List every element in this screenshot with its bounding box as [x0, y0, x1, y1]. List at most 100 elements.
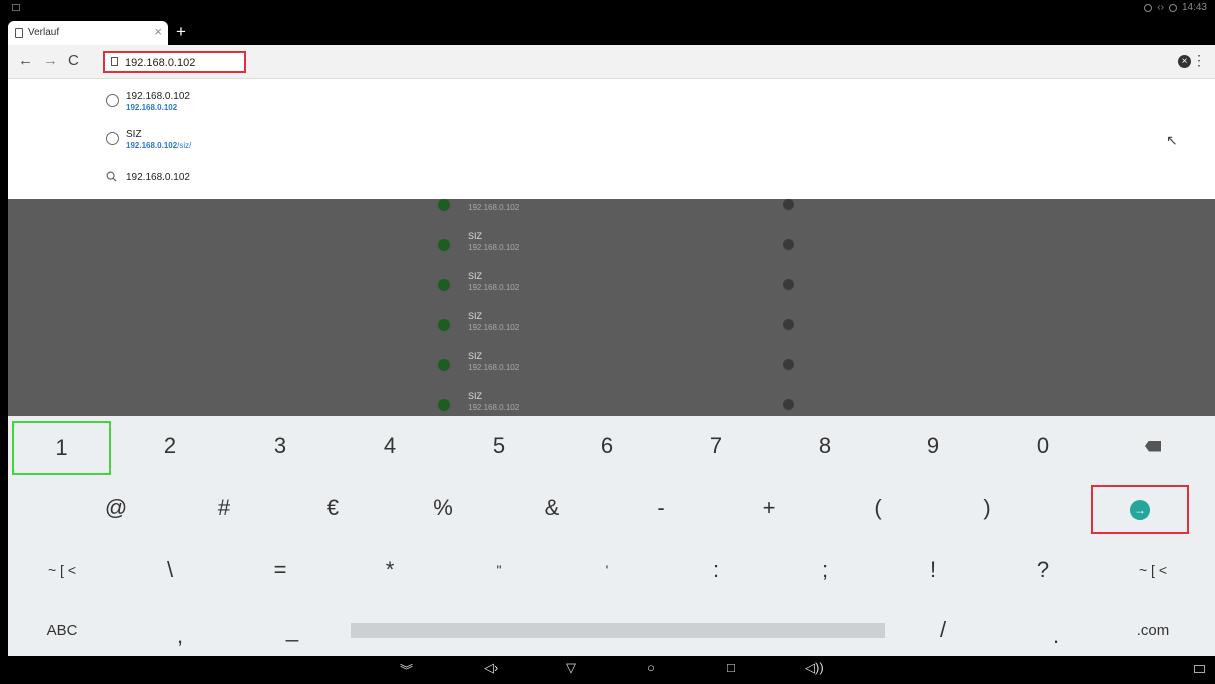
back-button[interactable]: ←	[18, 52, 33, 69]
key-4[interactable]: 4	[340, 416, 440, 476]
new-tab-button[interactable]: +	[176, 22, 186, 42]
remove-icon[interactable]	[783, 399, 794, 410]
key-close-paren[interactable]: )	[937, 478, 1037, 538]
key-asterisk[interactable]: *	[340, 540, 440, 600]
history-row[interactable]: SIZ 192.168.0.102	[438, 269, 798, 305]
key-more-symbols-left[interactable]: ~ [ <	[12, 540, 112, 600]
history-name: SIZ	[468, 351, 483, 361]
sync-icon: ‹›	[1157, 2, 1164, 13]
key-single-quote[interactable]: '	[557, 540, 657, 600]
history-row[interactable]: SIZ 192.168.0.102	[438, 229, 798, 265]
remove-icon[interactable]	[783, 239, 794, 250]
history-name: SIZ	[468, 311, 483, 321]
key-5[interactable]: 5	[449, 416, 549, 476]
insert-suggestion-arrow-icon[interactable]: ↖	[1166, 132, 1178, 149]
go-key[interactable]: →	[1091, 485, 1189, 534]
url-input[interactable]	[125, 55, 240, 70]
page-icon	[15, 28, 23, 38]
key-0[interactable]: 0	[993, 416, 1093, 476]
keyboard-icon[interactable]	[1194, 665, 1205, 673]
key-more-symbols-right[interactable]: ~ [ <	[1103, 540, 1203, 600]
key-7[interactable]: 7	[666, 416, 766, 476]
key-euro[interactable]: €	[283, 478, 383, 538]
history-url: 192.168.0.102	[468, 203, 520, 212]
browser-toolbar: ← → C × ⋮	[8, 45, 1215, 79]
abc-key[interactable]: ABC	[12, 600, 112, 660]
go-arrow-icon: →	[1130, 499, 1150, 520]
key-backslash[interactable]: \	[120, 540, 220, 600]
key-at[interactable]: @	[66, 478, 166, 538]
status-bar: ‹› 14:43	[8, 0, 1215, 18]
site-icon	[438, 399, 450, 411]
backspace-key[interactable]	[1103, 416, 1203, 476]
back-nav-icon[interactable]: ▽	[566, 660, 576, 676]
history-row[interactable]: SIZ 192.168.0.102	[438, 309, 798, 345]
key-percent[interactable]: %	[393, 478, 493, 538]
tab-history[interactable]: Verlauf ×	[8, 21, 168, 45]
volume-down-icon[interactable]: ◁›	[484, 660, 498, 676]
key-ampersand[interactable]: &	[502, 478, 602, 538]
suggestion-item[interactable]: 192.168.0.102	[106, 166, 506, 202]
key-colon[interactable]: :	[666, 540, 766, 600]
space-bar[interactable]	[351, 623, 885, 638]
history-url: 192.168.0.102	[468, 283, 520, 292]
key-equals[interactable]: =	[230, 540, 330, 600]
remove-icon[interactable]	[783, 359, 794, 370]
key-3[interactable]: 3	[230, 416, 330, 476]
key-slash[interactable]: /	[893, 600, 993, 660]
key-open-paren[interactable]: (	[828, 478, 928, 538]
key-double-quote[interactable]: "	[449, 540, 549, 600]
history-name: SIZ	[468, 231, 483, 241]
system-navigation-bar: ︾ ◁› ▽ ○ □ ◁))	[8, 656, 1215, 684]
history-url: 192.168.0.102	[468, 403, 520, 412]
close-tab-icon[interactable]: ×	[154, 24, 162, 39]
key-plus[interactable]: +	[719, 478, 819, 538]
key-1[interactable]: 1	[12, 421, 111, 475]
globe-icon	[106, 94, 119, 107]
tab-title: Verlauf	[28, 27, 60, 38]
key-8[interactable]: 8	[775, 416, 875, 476]
key-semicolon[interactable]: ;	[775, 540, 875, 600]
suggestion-item[interactable]: SIZ 192.168.0.102/siz/	[106, 126, 506, 162]
address-bar[interactable]	[103, 51, 246, 73]
suggestions-list: 192.168.0.102 192.168.0.102 SIZ 192.168.…	[8, 79, 1215, 199]
history-row[interactable]: SIZ 192.168.0.102	[438, 349, 798, 385]
dotcom-key[interactable]: .com	[1103, 600, 1203, 660]
menu-button[interactable]: ⋮	[1192, 53, 1206, 67]
history-row[interactable]: SIZ 192.168.0.102	[438, 389, 798, 416]
suggestion-url: 192.168.0.102/siz/	[126, 141, 192, 150]
site-icon	[438, 359, 450, 371]
forward-button[interactable]: →	[43, 52, 58, 69]
volume-up-icon[interactable]: ◁))	[805, 660, 824, 676]
key-minus[interactable]: -	[611, 478, 711, 538]
suggestion-url: 192.168.0.102	[126, 103, 178, 112]
suggestion-title: 192.168.0.102	[126, 91, 190, 102]
clear-url-button[interactable]: ×	[1178, 55, 1191, 68]
status-time: 14:43	[1181, 2, 1207, 13]
site-icon	[438, 199, 450, 211]
key-9[interactable]: 9	[883, 416, 983, 476]
history-row[interactable]: 192.168.0.102	[438, 199, 798, 225]
site-icon	[438, 239, 450, 251]
key-underscore[interactable]: _	[242, 600, 342, 660]
key-6[interactable]: 6	[557, 416, 657, 476]
reload-button[interactable]: C	[68, 52, 79, 69]
key-2[interactable]: 2	[120, 416, 220, 476]
home-nav-icon[interactable]: ○	[647, 660, 655, 675]
suggestion-item[interactable]: 192.168.0.102 192.168.0.102	[106, 88, 506, 124]
key-question[interactable]: ?	[993, 540, 1093, 600]
key-hash[interactable]: #	[174, 478, 274, 538]
suggestion-title: SIZ	[126, 129, 142, 140]
notification-icon	[12, 4, 20, 11]
remove-icon[interactable]	[783, 199, 794, 210]
history-clock-icon	[106, 132, 119, 145]
history-name: SIZ	[468, 271, 483, 281]
search-icon	[106, 171, 117, 182]
hide-keyboard-icon[interactable]: ︾	[400, 660, 413, 679]
remove-icon[interactable]	[783, 279, 794, 290]
recents-nav-icon[interactable]: □	[727, 660, 735, 675]
key-exclamation[interactable]: !	[883, 540, 983, 600]
site-icon	[438, 279, 450, 291]
history-url: 192.168.0.102	[468, 243, 520, 252]
remove-icon[interactable]	[783, 319, 794, 330]
